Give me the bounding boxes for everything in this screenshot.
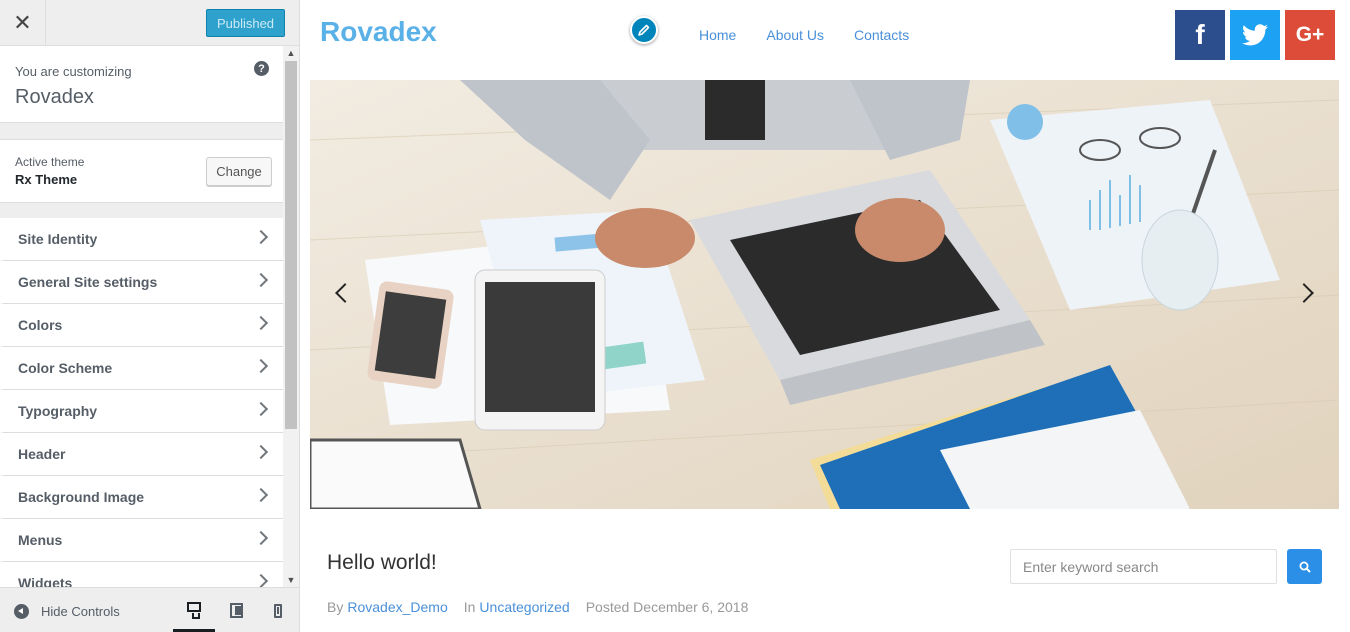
section-label: Background Image [18,489,145,505]
nav-contacts[interactable]: Contacts [854,27,909,43]
chevron-right-icon [253,272,269,288]
close-icon: ✕ [13,10,32,35]
post-category-link[interactable]: Uncategorized [479,599,569,615]
hide-controls-label: Hide Controls [41,603,120,619]
customizer-sections: Site Identity General Site settings Colo… [0,218,283,587]
facebook-icon: f [1195,19,1205,50]
section-typography[interactable]: Typography [0,390,283,433]
facebook-button[interactable]: f [1175,10,1225,60]
nav-home[interactable]: Home [699,27,736,43]
chevron-right-icon [253,444,269,460]
scroll-down-icon[interactable]: ▼ [283,573,299,587]
search-button[interactable] [1287,549,1322,584]
section-label: Color Scheme [18,360,113,376]
nav-about-us[interactable]: About Us [766,27,824,43]
edit-shortcut-button[interactable] [630,16,658,44]
chevron-right-icon [253,401,269,417]
section-label: General Site settings [18,274,158,290]
twitter-icon [1242,24,1268,46]
section-site-identity[interactable]: Site Identity [0,218,283,261]
hero-image [310,80,1339,509]
customizing-info: You are customizing Rovadex ? [0,46,283,123]
post-author-link[interactable]: Rovadex_Demo [347,599,447,615]
chevron-right-icon [253,358,269,374]
section-label: Menus [18,532,63,548]
scroll-up-icon[interactable]: ▲ [283,46,299,60]
chevron-right-icon [253,573,269,587]
post-date: Posted December 6, 2018 [585,599,749,615]
site-preview: Rovadex Home About Us Contacts f G+ Hell… [300,0,1350,632]
section-label: Header [18,446,66,462]
section-header[interactable]: Header [0,433,283,476]
main-navigation: Home About Us Contacts [699,27,939,43]
site-title: Rovadex [15,86,94,108]
section-label: Typography [18,403,98,419]
section-label: Site Identity [18,231,98,247]
mobile-icon [274,603,282,618]
customizer-footer: Hide Controls [0,587,299,632]
post-meta: By Rovadex_Demo In Uncategorized Posted … [327,599,748,615]
preview-mobile-button[interactable] [257,588,299,632]
by-label: By [327,599,344,615]
preview-desktop-button[interactable] [173,588,215,632]
section-menus[interactable]: Menus [0,519,283,562]
help-icon[interactable]: ? [254,61,269,76]
section-label: Colors [18,317,63,333]
customizer-header: ✕ Published [0,0,299,46]
sidebar-scrollbar[interactable]: ▲ ▼ [283,46,299,587]
collapse-icon [14,603,29,619]
change-theme-button[interactable]: Change [206,157,272,186]
in-label: In [463,599,476,615]
twitter-button[interactable] [1230,10,1280,60]
pencil-icon [638,24,650,36]
customizer-sidebar: ✕ Published You are customizing Rovadex … [0,0,300,632]
customizing-label: You are customizing [15,64,132,79]
close-customizer-button[interactable]: ✕ [0,0,46,46]
section-widgets[interactable]: Widgets [0,562,283,587]
google-plus-button[interactable]: G+ [1285,10,1335,60]
chevron-right-icon [253,229,269,245]
section-label: Widgets [18,575,73,587]
active-theme-section: Active theme Rx Theme Change [0,139,283,203]
active-theme-label: Active theme [15,155,85,169]
section-background-image[interactable]: Background Image [0,476,283,519]
active-theme-name: Rx Theme [15,172,78,187]
chevron-right-icon [253,530,269,546]
search-icon [1299,561,1311,573]
search-input[interactable] [1010,549,1277,584]
preview-tablet-button[interactable] [215,588,257,632]
section-color-scheme[interactable]: Color Scheme [0,347,283,390]
hero-slider [310,80,1339,509]
chevron-right-icon [253,487,269,503]
hide-controls-button[interactable]: Hide Controls [14,602,120,620]
post-title[interactable]: Hello world! [327,551,437,575]
tablet-icon [229,603,243,618]
site-logo[interactable]: Rovadex [320,16,437,48]
section-general-site-settings[interactable]: General Site settings [0,261,283,304]
section-colors[interactable]: Colors [0,304,283,347]
google-plus-icon: G+ [1295,23,1325,46]
publish-button[interactable]: Published [206,9,285,37]
desktop-icon [187,601,201,619]
scrollbar-thumb[interactable] [285,61,297,429]
chevron-right-icon [253,315,269,331]
customizer-panel: You are customizing Rovadex ? Active the… [0,46,299,587]
